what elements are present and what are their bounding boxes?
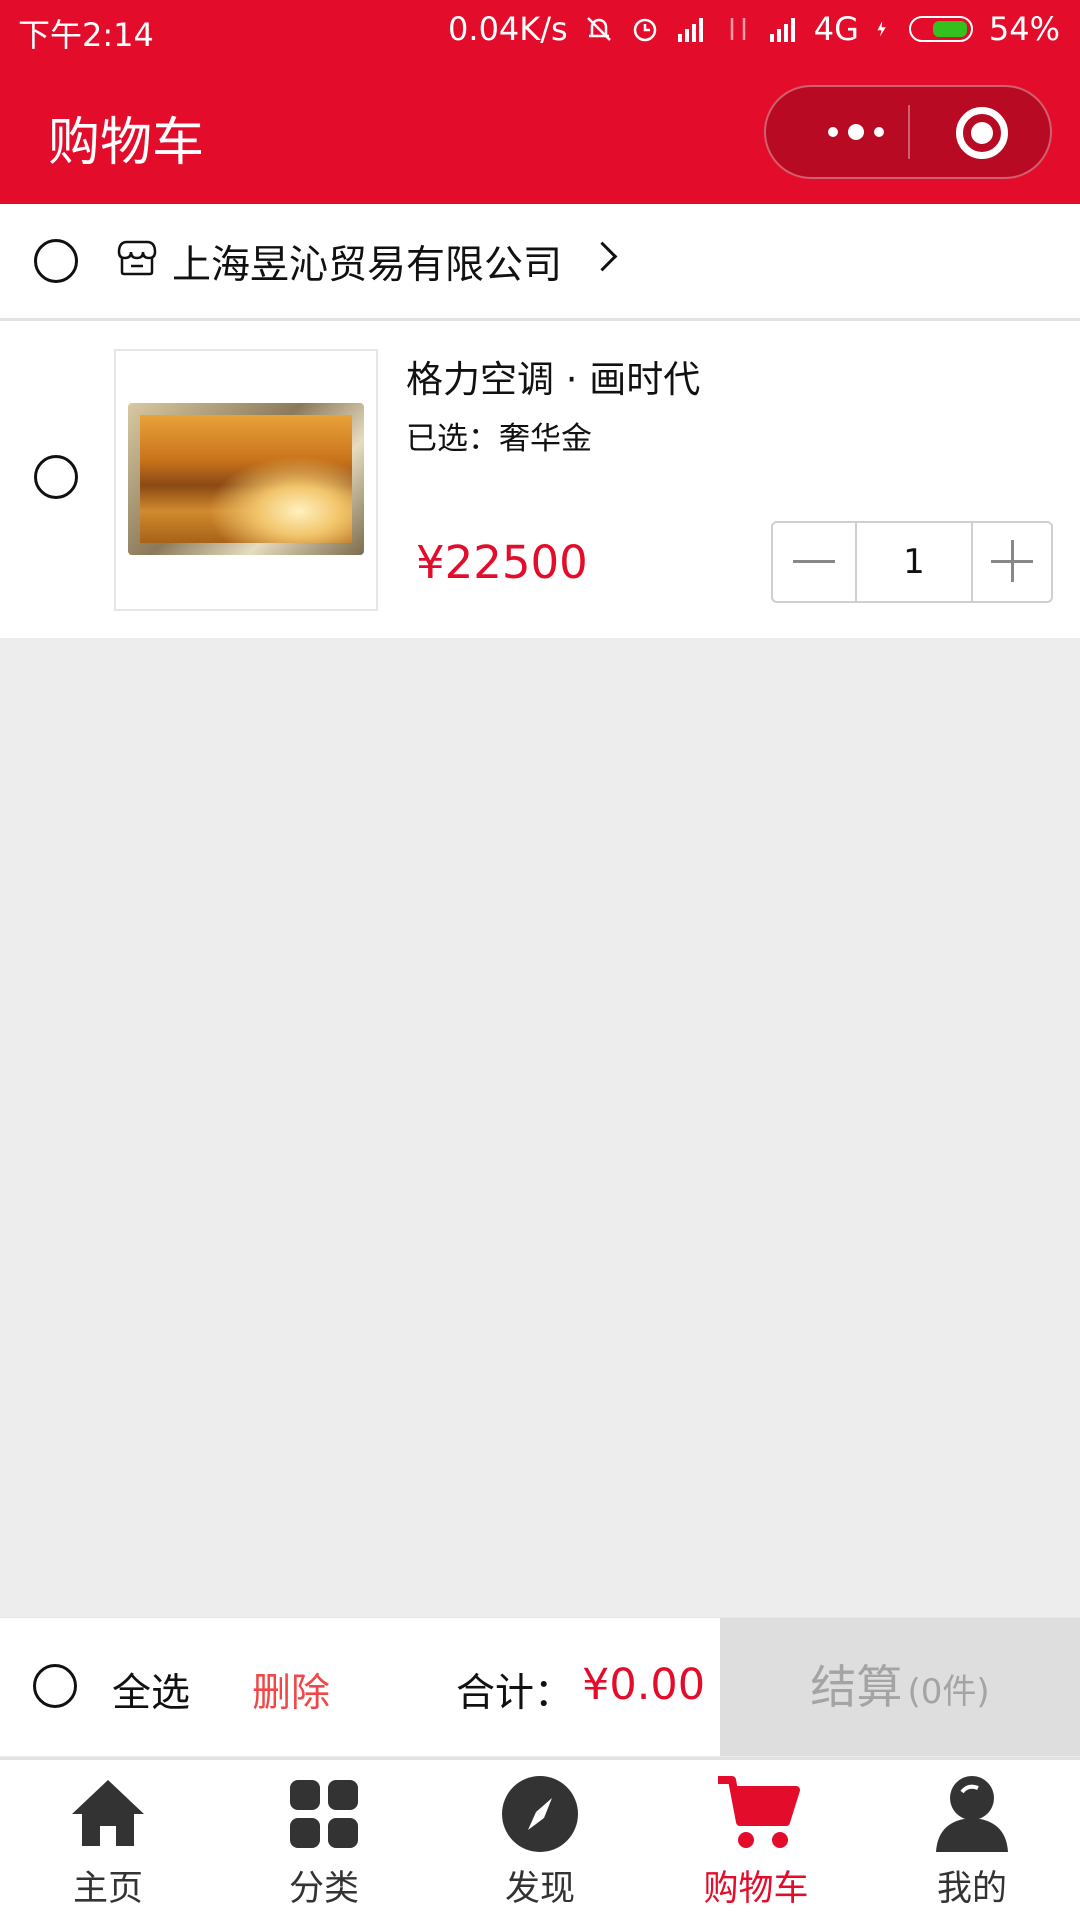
select-all-radio[interactable] [33,1664,77,1708]
nav-header: 购物车 [0,60,1080,204]
net-speed: 0.04K/s [448,10,568,48]
item-select-radio[interactable] [34,455,78,499]
status-bar: 下午2:14 0.04K/s 4G 54% [0,0,1080,60]
total-value: ¥0.00 [582,1660,706,1710]
data-arrows-icon [730,18,745,40]
decrease-button[interactable] [773,523,857,601]
tab-home[interactable]: 主页 [0,1760,216,1923]
checkout-bar: 全选 删除 合计： ¥0.00 结算 (0件) [0,1617,1080,1756]
tab-label: 发现 [504,1869,575,1909]
cart-icon [718,1776,800,1848]
status-right: 0.04K/s 4G 54% [448,10,1060,48]
checkout-count: (0件) [907,1672,990,1712]
tab-label: 购物车 [703,1869,809,1909]
checkout-button[interactable]: 结算 (0件) [720,1618,1080,1756]
battery-percent: 54% [988,10,1060,48]
shop-icon [117,240,157,276]
network-type: 4G [813,10,859,48]
tab-cart[interactable]: 购物车 [648,1760,864,1923]
charging-icon [877,21,886,37]
store-select-radio[interactable] [34,239,78,283]
more-dots-icon[interactable] [806,87,906,177]
tab-category[interactable]: 分类 [216,1760,432,1923]
checkout-button-label: 结算 [810,1660,903,1714]
tab-bar: 主页 分类 发现 购物车 我的 [0,1757,1080,1923]
status-time: 下午2:14 [18,16,154,54]
quantity-stepper: 1 [771,521,1053,603]
battery-icon [908,16,973,42]
chevron-right-icon[interactable] [587,241,618,272]
mini-program-capsule [764,85,1052,179]
target-icon[interactable] [956,107,1008,159]
cart-item: 格力空调 · 画时代 已选：奢华金 ¥22500 1 [0,321,1080,638]
tab-label: 主页 [72,1869,143,1909]
user-icon [936,1776,1008,1852]
product-name[interactable]: 格力空调 · 画时代 [406,349,700,403]
capsule-divider [908,105,910,159]
store-name[interactable]: 上海昱沁贸易有限公司 [172,234,562,290]
tab-label: 分类 [288,1869,359,1909]
compass-icon [502,1776,578,1852]
tab-mine[interactable]: 我的 [864,1760,1080,1923]
quantity-input[interactable]: 1 [857,523,973,601]
home-icon [72,1780,144,1846]
product-painting-frame [128,403,364,555]
page-title: 购物车 [48,113,205,173]
signal-icon [769,18,795,42]
product-price: ¥22500 [416,536,588,589]
grid-icon [290,1780,358,1848]
total-label: 合计： [456,1671,574,1716]
delete-button[interactable]: 删除 [252,1662,330,1718]
increase-button[interactable] [973,523,1051,601]
tab-label: 我的 [936,1869,1007,1909]
tab-discover[interactable]: 发现 [432,1760,648,1923]
mute-bell-icon [586,17,611,41]
select-all-label[interactable]: 全选 [112,1662,190,1718]
product-image[interactable] [114,349,378,611]
store-row[interactable]: 上海昱沁贸易有限公司 [0,204,1080,321]
alarm-icon [633,18,656,42]
signal-icon [677,18,703,42]
product-spec: 已选：奢华金 [406,421,592,457]
